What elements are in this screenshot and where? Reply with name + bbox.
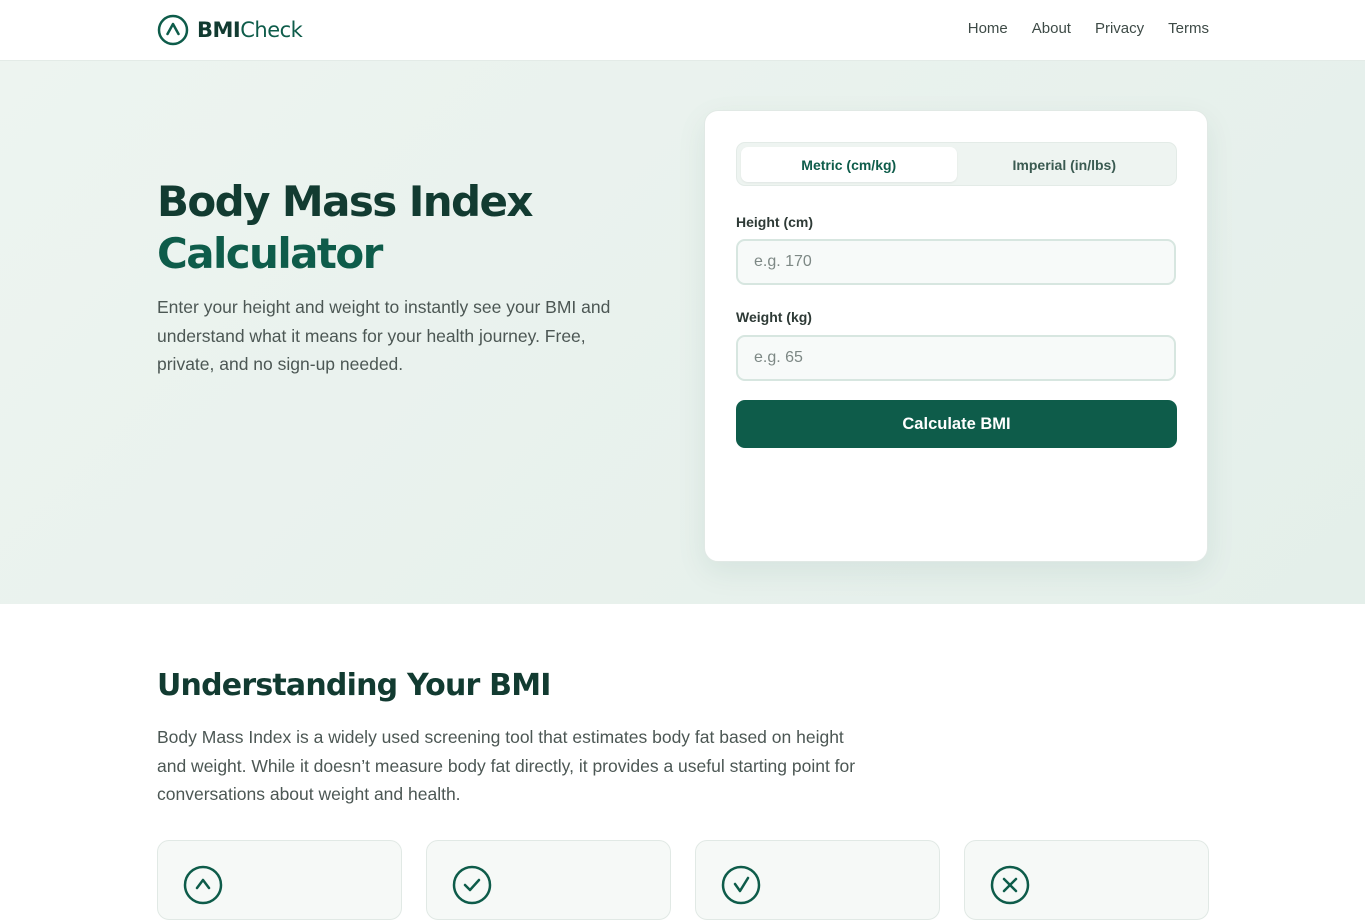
tab-metric[interactable]: Metric (cm/kg) bbox=[741, 147, 957, 182]
section-title: Understanding Your BMI bbox=[157, 668, 551, 703]
hero-title: Body Mass Index Calculator bbox=[157, 176, 627, 280]
section-description: Body Mass Index is a widely used screeni… bbox=[157, 727, 856, 804]
nav-about[interactable]: About bbox=[1032, 20, 1071, 37]
calculate-bmi-button[interactable]: Calculate BMI bbox=[736, 400, 1177, 448]
weight-label: Weight (kg) bbox=[736, 309, 812, 325]
nav-terms[interactable]: Terms bbox=[1168, 20, 1209, 37]
check-icon bbox=[452, 865, 492, 905]
calculator-card: Metric (cm/kg) Imperial (in/lbs) Height … bbox=[704, 110, 1208, 562]
logo-text: BMICheck bbox=[197, 18, 303, 42]
hero-title-line1: Body Mass Index bbox=[157, 177, 533, 226]
x-icon bbox=[990, 865, 1030, 905]
nav-privacy[interactable]: Privacy bbox=[1095, 20, 1144, 37]
check-icon bbox=[721, 865, 761, 905]
tab-imperial[interactable]: Imperial (in/lbs) bbox=[957, 147, 1173, 182]
info-card-2 bbox=[426, 840, 671, 920]
weight-input[interactable] bbox=[736, 335, 1176, 381]
chevron-up-icon bbox=[183, 865, 223, 905]
hero-description: Enter your height and weight to instantl… bbox=[157, 297, 611, 374]
info-card-3 bbox=[695, 840, 940, 920]
info-card-4 bbox=[964, 840, 1209, 920]
info-card-1 bbox=[157, 840, 402, 920]
logo-text-strong: BMI bbox=[197, 18, 241, 42]
main-nav: Home About Privacy Terms bbox=[968, 20, 1209, 37]
site-header: BMICheck Home About Privacy Terms bbox=[0, 0, 1365, 61]
logo-text-rest: Check bbox=[240, 18, 303, 42]
logo-link[interactable]: BMICheck bbox=[157, 14, 303, 46]
height-input[interactable] bbox=[736, 239, 1176, 285]
unit-tabs: Metric (cm/kg) Imperial (in/lbs) bbox=[736, 142, 1177, 186]
nav-home[interactable]: Home bbox=[968, 20, 1008, 37]
height-label: Height (cm) bbox=[736, 214, 813, 230]
hero-title-line2: Calculator bbox=[157, 229, 383, 278]
logo-icon bbox=[157, 14, 189, 46]
